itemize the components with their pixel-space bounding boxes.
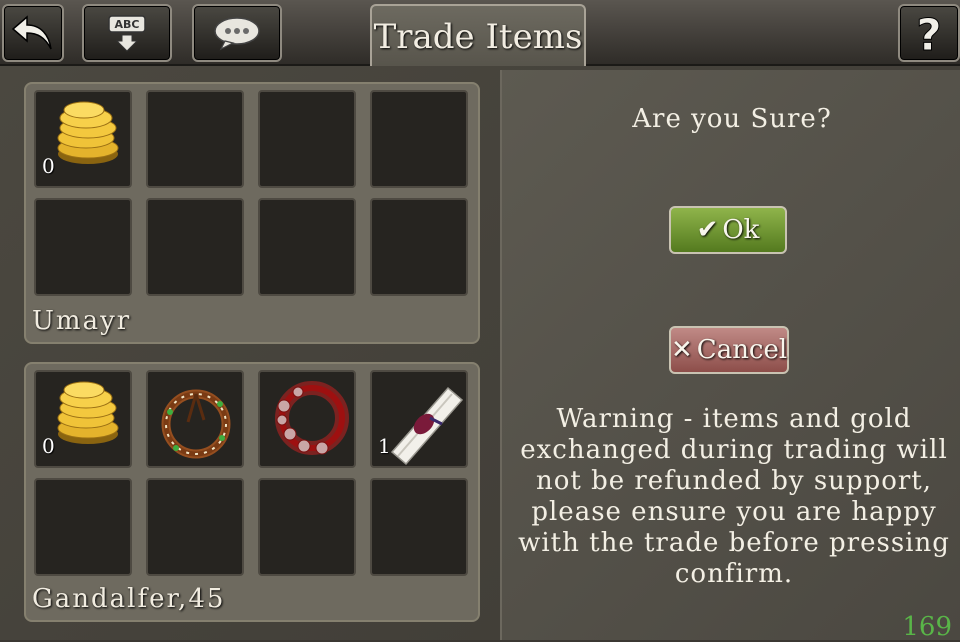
item-slot[interactable] bbox=[370, 90, 468, 188]
item-slot[interactable] bbox=[258, 478, 356, 576]
cancel-button[interactable]: ✕ Cancel bbox=[669, 326, 789, 374]
player-inventory-panel: 0 Umayr bbox=[24, 82, 480, 344]
item-slot[interactable] bbox=[146, 198, 244, 296]
item-slot[interactable] bbox=[370, 198, 468, 296]
trade-screen: 0 Umayr 0 1 Gandalfer,45 Are you Sure? ✔… bbox=[0, 66, 960, 642]
red-bead-necklace-icon bbox=[275, 381, 349, 455]
ok-button[interactable]: ✔ Ok bbox=[669, 206, 787, 254]
chat-bubble-icon bbox=[214, 17, 260, 51]
top-bar: ABC Trade Items ? bbox=[0, 0, 960, 68]
item-slot[interactable] bbox=[258, 198, 356, 296]
confirm-question: Are you Sure? bbox=[632, 104, 832, 134]
help-question-icon: ? bbox=[916, 10, 943, 56]
warning-text: Warning - items and gold exchanged durin… bbox=[518, 404, 950, 589]
item-slot[interactable]: 0 bbox=[34, 90, 132, 188]
keyboard-label: ABC bbox=[115, 18, 140, 31]
checkmark-icon: ✔ bbox=[696, 215, 719, 245]
x-icon: ✕ bbox=[671, 335, 693, 365]
keyboard-button[interactable]: ABC bbox=[82, 4, 172, 62]
partner-name: Gandalfer,45 bbox=[32, 584, 226, 614]
item-slot[interactable]: 0 bbox=[34, 370, 132, 468]
partner-inventory-panel: 0 1 Gandalfer,45 bbox=[24, 362, 480, 622]
tab-trade-items[interactable]: Trade Items bbox=[370, 4, 586, 68]
item-count: 0 bbox=[42, 434, 55, 458]
counter-value: 169 bbox=[902, 612, 952, 642]
item-slot[interactable] bbox=[34, 478, 132, 576]
thorn-ring-necklace-icon bbox=[161, 389, 231, 459]
help-label: ? bbox=[916, 10, 942, 56]
item-slot[interactable] bbox=[34, 198, 132, 296]
help-button[interactable]: ? bbox=[898, 4, 960, 62]
item-slot[interactable]: 1 bbox=[370, 370, 468, 468]
confirm-dialog: Are you Sure? ✔ Ok ✕ Cancel Warning - item… bbox=[500, 70, 960, 642]
chat-button[interactable] bbox=[192, 4, 282, 62]
ok-label: Ok bbox=[722, 215, 760, 245]
item-slot[interactable] bbox=[146, 478, 244, 576]
back-button[interactable] bbox=[2, 4, 64, 62]
cancel-label: Cancel bbox=[696, 335, 788, 365]
item-slot[interactable] bbox=[146, 90, 244, 188]
back-arrow-icon bbox=[11, 15, 52, 50]
item-count: 1 bbox=[378, 434, 391, 458]
item-slot[interactable] bbox=[258, 90, 356, 188]
item-slot[interactable] bbox=[146, 370, 244, 468]
player-name: Umayr bbox=[32, 306, 132, 336]
item-count: 0 bbox=[42, 154, 55, 178]
item-slot[interactable] bbox=[258, 370, 356, 468]
keyboard-abc-icon: ABC bbox=[108, 15, 146, 52]
item-slot[interactable] bbox=[370, 478, 468, 576]
